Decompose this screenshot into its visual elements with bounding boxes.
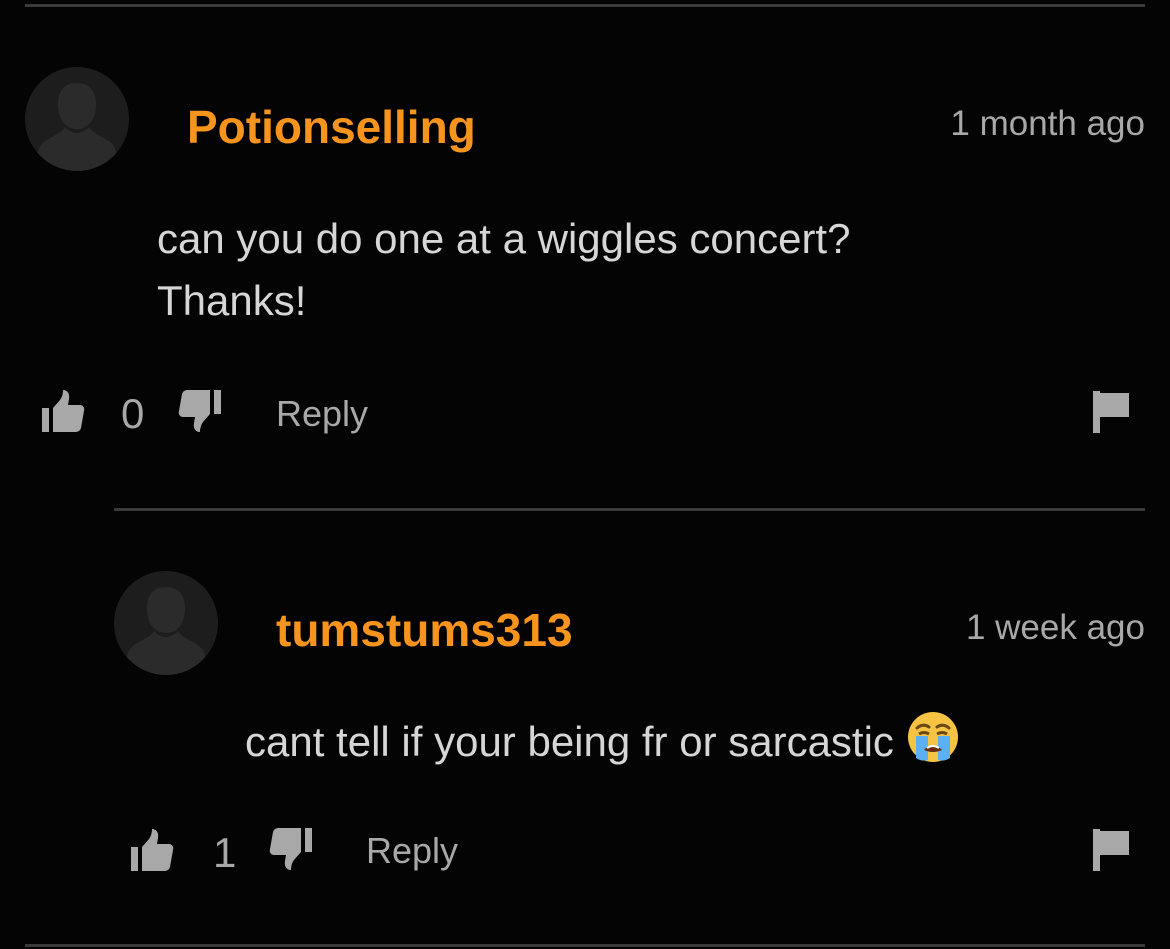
thumbs-down-icon[interactable] <box>177 388 223 434</box>
comment-actions: 1 Reply <box>0 823 1170 883</box>
comment-body: cant tell if your being fr or sarcastic <box>245 710 960 773</box>
comment-actions: 0 Reply <box>0 385 1170 445</box>
reply-divider <box>114 508 1145 511</box>
flag-icon[interactable] <box>1091 827 1133 873</box>
vote-count: 1 <box>213 829 237 876</box>
loudly-crying-face-emoji <box>907 712 958 762</box>
timestamp: 1 month ago <box>950 104 1145 143</box>
bottom-divider <box>25 944 1145 947</box>
thumbs-down-icon[interactable] <box>268 826 314 872</box>
username[interactable]: Potionselling <box>187 104 476 150</box>
comment-body: can you do one at a wiggles concert? Tha… <box>157 208 850 332</box>
avatar[interactable] <box>114 571 218 675</box>
avatar[interactable] <box>25 67 129 171</box>
avatar-placeholder-icon <box>114 571 218 675</box>
reply-button[interactable]: Reply <box>366 833 458 869</box>
comment-body-text: cant tell if your being fr or sarcastic <box>245 718 894 765</box>
comment-body-line: Thanks! <box>157 277 307 324</box>
comment-body-line: can you do one at a wiggles concert? <box>157 215 851 262</box>
username[interactable]: tumstums313 <box>276 607 573 653</box>
reply-button[interactable]: Reply <box>276 396 368 432</box>
thumbs-up-icon[interactable] <box>40 388 86 434</box>
comment-body-line: cant tell if your being fr or sarcastic <box>245 712 960 765</box>
vote-count: 0 <box>121 390 145 437</box>
thumbs-up-icon[interactable] <box>129 827 175 873</box>
top-divider <box>25 4 1145 7</box>
avatar-placeholder-icon <box>25 67 129 171</box>
timestamp: 1 week ago <box>965 608 1145 647</box>
flag-icon[interactable] <box>1091 389 1133 435</box>
